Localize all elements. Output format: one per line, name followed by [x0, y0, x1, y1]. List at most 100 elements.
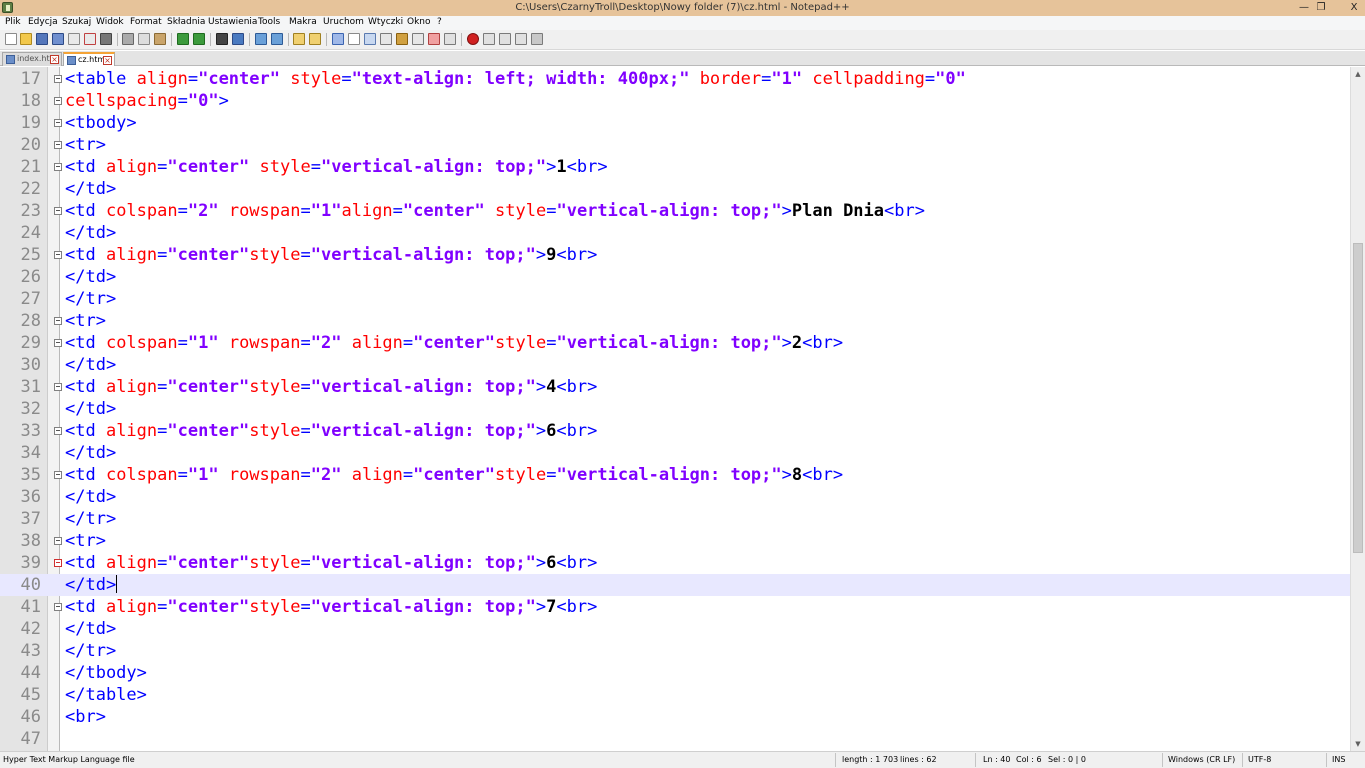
- code-text[interactable]: </td>: [65, 618, 116, 640]
- folder-workspace-icon[interactable]: [412, 33, 424, 45]
- menu-widok[interactable]: Widok: [96, 17, 124, 27]
- restore-button[interactable]: ❐: [1308, 0, 1334, 16]
- code-line[interactable]: 28 <tr>: [0, 310, 1350, 332]
- redo-icon[interactable]: [193, 33, 205, 45]
- code-text[interactable]: <td align="center"style="vertical-align:…: [65, 552, 597, 574]
- menu-uruchom[interactable]: Uruchom: [323, 17, 364, 27]
- code-text[interactable]: </td>: [65, 574, 118, 596]
- code-line[interactable]: 26 </td>: [0, 266, 1350, 288]
- close-file-icon[interactable]: [68, 33, 80, 45]
- code-line[interactable]: 46 <br>: [0, 706, 1350, 728]
- code-text[interactable]: </tr>: [65, 640, 116, 662]
- fold-toggle-icon[interactable]: [54, 163, 62, 171]
- code-line[interactable]: 38 <tr>: [0, 530, 1350, 552]
- code-line[interactable]: 31 <td align="center"style="vertical-alig…: [0, 376, 1350, 398]
- new-file-icon[interactable]: [5, 33, 17, 45]
- code-line[interactable]: 24 </td>: [0, 222, 1350, 244]
- code-text[interactable]: <tbody>: [65, 112, 137, 134]
- code-text[interactable]: </td>: [65, 178, 116, 200]
- code-line[interactable]: 37 </tr>: [0, 508, 1350, 530]
- code-line[interactable]: 34 </td>: [0, 442, 1350, 464]
- code-text[interactable]: </tbody>: [65, 662, 147, 684]
- code-line[interactable]: 43 </tr>: [0, 640, 1350, 662]
- menu-skladnia[interactable]: Składnia: [167, 17, 205, 27]
- code-line[interactable]: 40 </td>: [0, 574, 1350, 596]
- menu-okno[interactable]: Okno: [407, 17, 431, 27]
- code-line[interactable]: 36 </td>: [0, 486, 1350, 508]
- tab-index-html[interactable]: index.html ×: [2, 52, 62, 66]
- code-text[interactable]: </td>: [65, 266, 116, 288]
- show-all-chars-icon[interactable]: [348, 33, 360, 45]
- menu-tools[interactable]: Tools: [258, 17, 280, 27]
- save-macro-icon[interactable]: [531, 33, 543, 45]
- run-macro-multiple-icon[interactable]: [515, 33, 527, 45]
- close-button[interactable]: X: [1345, 0, 1363, 16]
- fold-toggle-icon[interactable]: [54, 537, 62, 545]
- open-file-icon[interactable]: [20, 33, 32, 45]
- scroll-down-arrow-icon[interactable]: ▼: [1351, 737, 1365, 751]
- code-line[interactable]: 22 </td>: [0, 178, 1350, 200]
- code-text[interactable]: <tr>: [65, 530, 106, 552]
- copy-icon[interactable]: [138, 33, 150, 45]
- code-text[interactable]: <td align="center"style="vertical-align:…: [65, 244, 597, 266]
- monitoring-icon[interactable]: [428, 33, 440, 45]
- code-line[interactable]: 27 </tr>: [0, 288, 1350, 310]
- close-tab-icon[interactable]: ×: [103, 56, 112, 65]
- status-eol[interactable]: Windows (CR LF): [1168, 755, 1235, 764]
- find-icon[interactable]: [216, 33, 228, 45]
- code-line[interactable]: 29 <td colspan="1" rowspan="2" align="cen…: [0, 332, 1350, 354]
- code-text[interactable]: </table>: [65, 684, 147, 706]
- code-line[interactable]: 17 <table align="center" style="text-alig…: [0, 68, 1350, 90]
- code-line[interactable]: 18 cellspacing="0">: [0, 90, 1350, 112]
- code-text[interactable]: </td>: [65, 398, 116, 420]
- cut-icon[interactable]: [122, 33, 134, 45]
- save-all-icon[interactable]: [52, 33, 64, 45]
- code-line[interactable]: 35 <td colspan="1" rowspan="2" align="cen…: [0, 464, 1350, 486]
- fold-toggle-icon[interactable]: [54, 97, 62, 105]
- code-text[interactable]: <td align="center" style="vertical-align…: [65, 156, 608, 178]
- menu-edycja[interactable]: Edycja: [28, 17, 58, 27]
- menu-szukaj[interactable]: Szukaj: [62, 17, 91, 27]
- paste-icon[interactable]: [154, 33, 166, 45]
- code-text[interactable]: <tr>: [65, 134, 106, 156]
- stop-macro-icon[interactable]: [483, 33, 495, 45]
- fold-toggle-icon[interactable]: [54, 207, 62, 215]
- zoom-in-icon[interactable]: [255, 33, 267, 45]
- status-insert-mode[interactable]: INS: [1332, 755, 1345, 764]
- code-text[interactable]: <td colspan="1" rowspan="2" align="cente…: [65, 332, 843, 354]
- fold-toggle-icon[interactable]: [54, 75, 62, 83]
- scrollbar-thumb[interactable]: [1353, 243, 1363, 553]
- fold-toggle-icon[interactable]: [54, 383, 62, 391]
- status-encoding[interactable]: UTF-8: [1248, 755, 1271, 764]
- fold-toggle-icon[interactable]: [54, 141, 62, 149]
- save-icon[interactable]: [36, 33, 48, 45]
- view-icon[interactable]: [444, 33, 456, 45]
- menu-format[interactable]: Format: [130, 17, 162, 27]
- function-list-icon[interactable]: [396, 33, 408, 45]
- close-tab-icon[interactable]: ×: [50, 55, 59, 64]
- fold-toggle-icon[interactable]: [54, 559, 62, 567]
- fold-toggle-icon[interactable]: [54, 603, 62, 611]
- fold-toggle-icon[interactable]: [54, 471, 62, 479]
- menu-help[interactable]: ?: [437, 17, 442, 27]
- undo-icon[interactable]: [177, 33, 189, 45]
- replace-icon[interactable]: [232, 33, 244, 45]
- code-text[interactable]: <td align="center"style="vertical-align:…: [65, 376, 597, 398]
- code-text[interactable]: </td>: [65, 486, 116, 508]
- sync-vertical-icon[interactable]: [293, 33, 305, 45]
- print-icon[interactable]: [100, 33, 112, 45]
- fold-toggle-icon[interactable]: [54, 427, 62, 435]
- document-map-icon[interactable]: [380, 33, 392, 45]
- word-wrap-icon[interactable]: [332, 33, 344, 45]
- fold-toggle-icon[interactable]: [54, 251, 62, 259]
- sync-horizontal-icon[interactable]: [309, 33, 321, 45]
- menu-plik[interactable]: Plik: [5, 17, 21, 27]
- code-editor[interactable]: 17 <table align="center" style="text-alig…: [0, 67, 1350, 751]
- code-line[interactable]: 20 <tr>: [0, 134, 1350, 156]
- vertical-scrollbar[interactable]: ▲ ▼: [1350, 67, 1365, 751]
- indent-guide-icon[interactable]: [364, 33, 376, 45]
- code-line[interactable]: 19 <tbody>: [0, 112, 1350, 134]
- code-text[interactable]: </td>: [65, 354, 116, 376]
- zoom-out-icon[interactable]: [271, 33, 283, 45]
- code-line[interactable]: 23 <td colspan="2" rowspan="1"align="cent…: [0, 200, 1350, 222]
